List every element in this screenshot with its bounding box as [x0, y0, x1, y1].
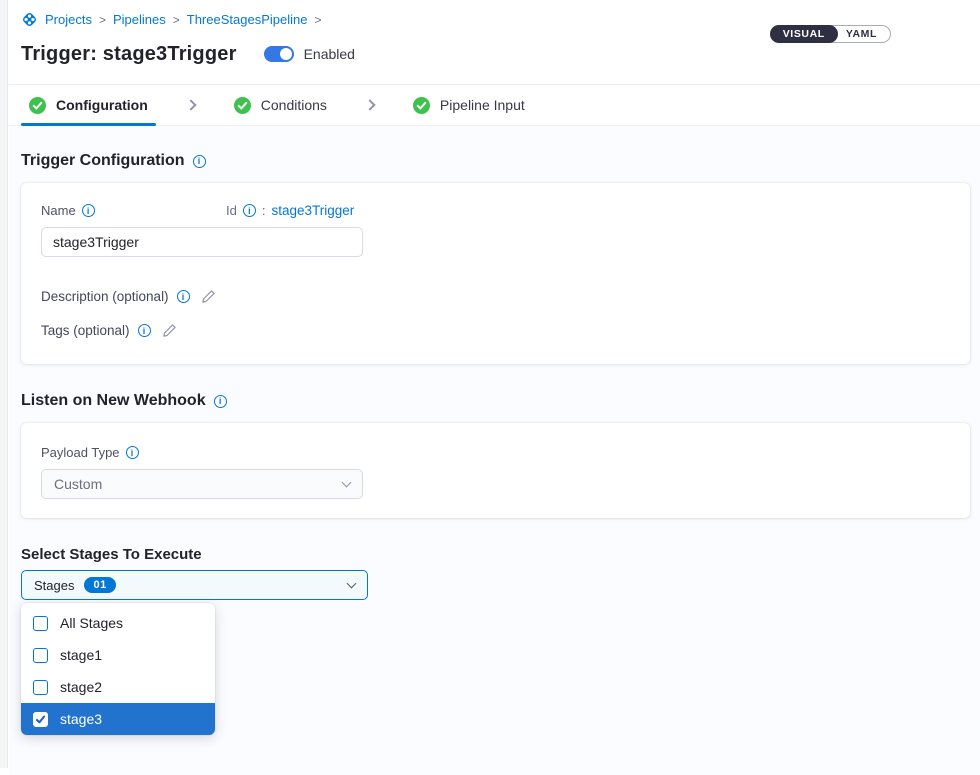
- tags-row: Tags (optional): [41, 323, 950, 338]
- webhook-heading: Listen on New Webhook: [21, 392, 980, 410]
- option-label: stage1: [60, 647, 102, 663]
- info-icon[interactable]: [193, 155, 206, 168]
- payload-type-value: Custom: [54, 476, 102, 492]
- breadcrumb-separator: [99, 14, 106, 26]
- select-stages-heading: Select Stages To Execute: [21, 546, 980, 563]
- stage-option-stage1[interactable]: stage1: [21, 639, 215, 671]
- check-circle-icon: [29, 97, 46, 114]
- info-icon[interactable]: [82, 204, 95, 217]
- payload-type-label: Payload Type: [41, 445, 226, 460]
- yaml-mode-button[interactable]: YAML: [829, 25, 891, 43]
- tab-configuration[interactable]: Configuration: [21, 85, 156, 125]
- info-icon[interactable]: [177, 290, 190, 303]
- id-label: Id: [226, 203, 237, 218]
- id-group: Id : stage3Trigger: [226, 203, 354, 218]
- title-row: Trigger: stage3Trigger Enabled: [21, 41, 980, 67]
- trigger-configuration-heading: Trigger Configuration: [21, 152, 980, 170]
- chevron-right-icon: [185, 99, 196, 110]
- checkbox-icon[interactable]: [33, 616, 48, 631]
- edit-icon[interactable]: [201, 289, 216, 304]
- webhook-card: Payload Type Custom: [21, 423, 970, 518]
- project-logo-icon: [21, 11, 38, 28]
- stage-option-stage3[interactable]: stage3: [21, 703, 215, 735]
- chevron-right-icon: [364, 99, 375, 110]
- info-icon[interactable]: [214, 395, 227, 408]
- label-text: Payload Type: [41, 445, 120, 460]
- tab-label: Configuration: [56, 97, 148, 113]
- heading-text: Trigger Configuration: [21, 152, 185, 170]
- visual-yaml-toggle: VISUAL YAML: [770, 25, 891, 43]
- breadcrumb-link-pipeline-name[interactable]: ThreeStagesPipeline: [187, 12, 308, 27]
- breadcrumb-separator: [314, 14, 321, 26]
- enabled-label: Enabled: [304, 46, 355, 62]
- name-input[interactable]: [41, 227, 363, 257]
- tab-conditions[interactable]: Conditions: [226, 85, 335, 125]
- edit-icon[interactable]: [162, 323, 177, 338]
- stages-dropdown-menu: All Stages stage1 stage2: [21, 603, 215, 735]
- breadcrumb-link-pipelines[interactable]: Pipelines: [113, 12, 166, 27]
- toggle-knob-icon: [280, 48, 292, 60]
- description-label: Description (optional): [41, 289, 169, 304]
- stage-option-all-stages[interactable]: All Stages: [21, 607, 215, 639]
- page-title: Trigger: stage3Trigger: [21, 43, 237, 66]
- description-row: Description (optional): [41, 289, 950, 304]
- configuration-panel: Trigger Configuration Name Id : stage3Tr…: [9, 126, 980, 775]
- id-value-link[interactable]: stage3Trigger: [271, 203, 354, 218]
- name-label: Name: [41, 203, 226, 218]
- check-circle-icon: [413, 97, 430, 114]
- breadcrumb-link-projects[interactable]: Projects: [45, 12, 92, 27]
- chevron-down-icon: [342, 478, 352, 488]
- info-icon[interactable]: [138, 324, 151, 337]
- tab-label: Pipeline Input: [440, 97, 525, 113]
- option-label: stage2: [60, 679, 102, 695]
- checkbox-icon[interactable]: [33, 680, 48, 695]
- tab-pipeline-input[interactable]: Pipeline Input: [405, 85, 533, 125]
- trigger-page: Projects Pipelines ThreeStagesPipeline T…: [9, 0, 980, 775]
- info-icon[interactable]: [126, 446, 139, 459]
- stages-field-label: Stages: [34, 578, 74, 593]
- stages-count-badge: 01: [84, 577, 115, 593]
- name-id-row: Name Id : stage3Trigger: [41, 203, 950, 218]
- heading-text: Listen on New Webhook: [21, 392, 206, 410]
- trigger-configuration-card: Name Id : stage3Trigger Description (opt…: [21, 183, 970, 364]
- visual-mode-button[interactable]: VISUAL: [770, 25, 838, 43]
- payload-type-select[interactable]: Custom: [41, 469, 363, 499]
- stages-multiselect-trigger[interactable]: Stages 01: [21, 570, 368, 600]
- checkbox-icon[interactable]: [33, 648, 48, 663]
- chevron-down-icon: [347, 579, 357, 589]
- check-icon: [35, 714, 46, 725]
- enabled-toggle[interactable]: [264, 46, 294, 62]
- option-label: All Stages: [60, 615, 123, 631]
- tags-label: Tags (optional): [41, 323, 130, 338]
- check-circle-icon: [234, 97, 251, 114]
- label-text: Name: [41, 203, 76, 218]
- nav-edge-strip: [0, 0, 8, 768]
- breadcrumb-separator: [173, 14, 180, 26]
- checkbox-checked-icon[interactable]: [33, 712, 48, 727]
- page-header: Projects Pipelines ThreeStagesPipeline T…: [9, 0, 980, 67]
- wizard-tabbar: Configuration Conditions Pipeline Input: [9, 84, 980, 126]
- tab-label: Conditions: [261, 97, 327, 113]
- option-label: stage3: [60, 711, 102, 727]
- stage-option-stage2[interactable]: stage2: [21, 671, 215, 703]
- id-colon: :: [262, 203, 266, 218]
- info-icon[interactable]: [243, 204, 256, 217]
